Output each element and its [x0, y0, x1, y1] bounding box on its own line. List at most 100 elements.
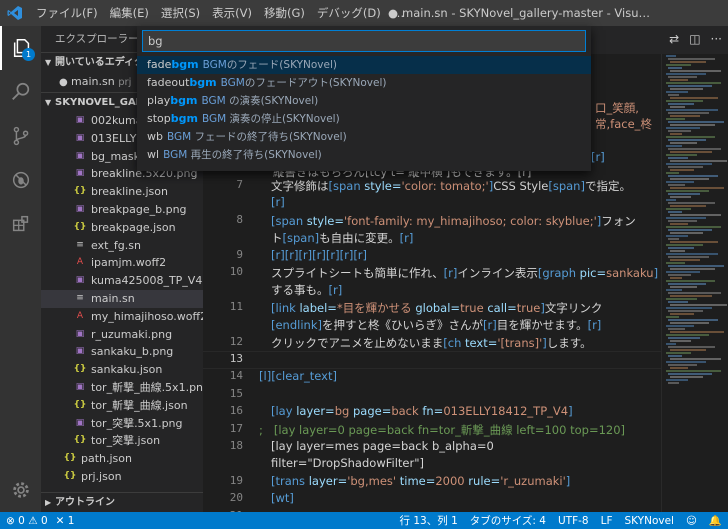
minimap-line: [668, 274, 691, 276]
minimap-line: [670, 205, 706, 207]
line-number: 19: [229, 473, 243, 487]
minimap-line: [666, 181, 694, 183]
menu-item[interactable]: 編集(E): [104, 5, 155, 21]
file-tree-item[interactable]: {} breakline.json: [41, 183, 203, 201]
code-line: [l][clear_text]: [259, 369, 337, 384]
extensions-icon[interactable]: [0, 202, 41, 246]
quick-open-item[interactable]: wl BGM 再生の終了待ち(SKYNovel): [137, 146, 591, 164]
language-mode[interactable]: SKYNovel: [625, 515, 674, 527]
minimap-line: [666, 208, 691, 210]
vscode-logo-icon: [0, 0, 30, 26]
encoding[interactable]: UTF-8: [558, 515, 589, 527]
file-tree-item[interactable]: ▣ breakpage_b.png: [41, 201, 203, 219]
code-line: [lay layer=mes page=back b_alpha=0: [271, 439, 494, 453]
file-tree-item[interactable]: ≡ main.sn: [41, 289, 203, 308]
file-tree-item[interactable]: ▣ tor_斬撃_曲線.5x1.png: [41, 379, 203, 397]
file-tree-item[interactable]: ≡ ext_fg.sn: [41, 237, 203, 255]
file-tree-item[interactable]: {} sankaku.json: [41, 361, 203, 379]
minimap-line: [666, 262, 685, 264]
code-line: [r]: [271, 195, 285, 210]
file-tree-item[interactable]: Aipamjm.woff2: [41, 254, 203, 272]
compare-changes-icon[interactable]: ⇄: [669, 32, 679, 46]
file-name: prj.json: [81, 469, 122, 483]
minimap-line: [666, 280, 715, 282]
minimap-line: [670, 241, 718, 243]
feedback-icon[interactable]: ☺: [686, 515, 697, 527]
minimap[interactable]: [661, 54, 728, 512]
minimap-line: [670, 286, 697, 288]
file-name: kuma425008_TP_V4.jpg: [91, 274, 203, 288]
settings-gear-icon[interactable]: [0, 468, 41, 512]
quick-open-item[interactable]: fadebgm BGMのフェード(SKYNovel): [137, 56, 591, 74]
minimap-line: [666, 325, 694, 327]
file-tree-item[interactable]: Amy_himajihoso.woff2: [41, 308, 203, 326]
img-icon: ▣: [75, 150, 85, 161]
quick-open-item[interactable]: wb BGM フェードの終了待ち(SKYNovel): [137, 128, 591, 146]
outline-section[interactable]: ▶ アウトライン: [41, 492, 203, 512]
file-tree-item[interactable]: {} prj.json: [41, 468, 203, 486]
menu-item[interactable]: 選択(S): [155, 5, 206, 21]
quick-open-item[interactable]: fadeoutbgm BGMのフェードアウト(SKYNovel): [137, 74, 591, 92]
notifications-icon[interactable]: 🔔: [709, 514, 722, 527]
file-tree-item[interactable]: ▣ sankaku_b.png: [41, 343, 203, 361]
cursor-position[interactable]: 行 13、列 1: [400, 513, 458, 528]
more-actions-icon[interactable]: ···: [711, 32, 722, 46]
minimap-line: [668, 94, 679, 96]
font-icon: A: [76, 257, 84, 268]
quick-open-item[interactable]: playbgm BGM の演奏(SKYNovel): [137, 92, 591, 110]
menu-item[interactable]: 表示(V): [206, 5, 258, 21]
end-of-line[interactable]: LF: [601, 515, 613, 527]
img-icon: ▣: [75, 346, 85, 357]
minimap-line: [670, 169, 694, 171]
tools-status[interactable]: ✕ 1: [56, 515, 75, 527]
split-editor-icon[interactable]: ◫: [689, 32, 700, 46]
warning-icon: ⚠: [28, 514, 38, 527]
tab-size[interactable]: タブのサイズ: 4: [470, 513, 546, 528]
minimap-line: [668, 76, 697, 78]
file-tree-item[interactable]: {} tor_突撃.json: [41, 432, 203, 450]
menu-item[interactable]: 移動(G): [258, 5, 311, 21]
json-icon: {}: [63, 453, 77, 464]
minimap-line: [670, 376, 703, 378]
explorer-badge: 1: [22, 48, 35, 61]
item-label-pre: stop: [147, 112, 171, 125]
minimap-line: [670, 196, 691, 198]
file-name: breakpage_b.png: [91, 202, 187, 216]
minimap-line: [668, 139, 706, 141]
minimap-line: [666, 163, 712, 165]
minimap-line: [666, 172, 679, 174]
minimap-line: [666, 109, 718, 111]
minimap-line: [668, 184, 685, 186]
item-description-match: BGM: [163, 149, 188, 161]
editor-actions: ⇄ ◫ ···: [669, 32, 722, 46]
code-line: 文字修飾は[span style='color: tomato;']CSS St…: [271, 179, 631, 193]
quick-open-item[interactable]: stopbgm BGM 演奏の停止(SKYNovel): [137, 110, 591, 128]
search-icon[interactable]: [0, 70, 41, 114]
minimap-line: [666, 55, 676, 57]
debug-icon[interactable]: [0, 158, 41, 202]
minimap-line: [670, 133, 682, 135]
file-name: my_himajihoso.woff2: [91, 309, 203, 323]
menu-item[interactable]: デバッグ(D): [311, 5, 387, 21]
menu-item[interactable]: ファイル(F): [30, 5, 104, 21]
file-tree-item[interactable]: {} path.json: [41, 450, 203, 468]
img-icon: ▣: [75, 203, 85, 214]
file-tree-item[interactable]: {} breakpage.json: [41, 219, 203, 237]
explorer-icon[interactable]: 1: [0, 26, 41, 70]
file-tree-item[interactable]: ▣ tor_突撃.5x1.png: [41, 415, 203, 433]
quick-open-input[interactable]: [142, 30, 586, 52]
file-tree-item[interactable]: ▣ kuma425008_TP_V4.jpg: [41, 272, 203, 290]
file-name: tor_突撃.5x1.png: [91, 416, 183, 430]
minimap-line: [666, 334, 709, 336]
file-name: r_uzumaki.png: [91, 327, 173, 341]
file-tree-item[interactable]: ▣ r_uzumaki.png: [41, 326, 203, 344]
file-tree-item[interactable]: {} tor_斬撃_曲線.json: [41, 397, 203, 415]
minimap-line: [668, 220, 697, 222]
file-name: breakline.json: [91, 185, 168, 199]
source-control-icon[interactable]: [0, 114, 41, 158]
minimap-line: [666, 289, 682, 291]
menu-bar: ファイル(F) 編集(E) 選択(S) 表示(V) 移動(G) デバッグ(D)…: [30, 0, 410, 26]
line-number: 9: [236, 247, 243, 261]
minimap-line: [666, 370, 721, 372]
problems-status[interactable]: ⊗ 0 ⚠ 0: [6, 515, 48, 527]
